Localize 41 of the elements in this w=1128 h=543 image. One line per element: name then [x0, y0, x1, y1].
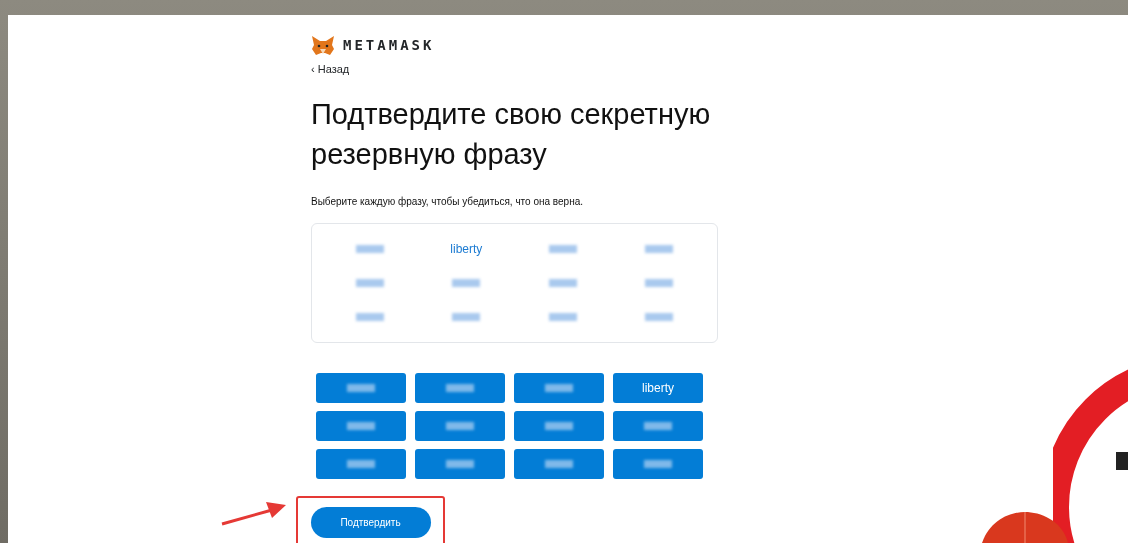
word-button[interactable] [514, 411, 604, 441]
blurred-word [545, 422, 573, 430]
blurred-word [644, 279, 673, 287]
blurred-word [356, 245, 385, 253]
word-button[interactable] [415, 449, 505, 479]
blurred-word [452, 313, 481, 321]
blurred-word [356, 313, 385, 321]
word-button[interactable] [613, 411, 703, 441]
confirm-button[interactable]: Подтвердить [310, 506, 431, 538]
blurred-word [644, 460, 672, 468]
word-button[interactable] [613, 449, 703, 479]
blurred-word [446, 460, 474, 468]
fox-logo-icon [311, 35, 335, 56]
blurred-word [347, 460, 375, 468]
instruction-text: Выберите каждую фразу, чтобы убедиться, что она верна. [311, 195, 585, 209]
blurred-word [347, 384, 375, 392]
word-button[interactable] [514, 373, 604, 403]
blurred-word [644, 245, 673, 253]
blurred-word [548, 313, 577, 321]
blurred-word [548, 245, 577, 253]
word-button[interactable] [514, 449, 604, 479]
blurred-word [356, 279, 385, 287]
chosen-word[interactable]: liberty [450, 240, 483, 258]
page-heading: Подтвердите свою секретную резервную фразу [311, 97, 712, 172]
blurred-word [452, 279, 481, 287]
blurred-word [644, 422, 672, 430]
blurred-word [446, 422, 474, 430]
word-button[interactable] [316, 373, 406, 403]
blurred-word [548, 279, 577, 287]
word-button[interactable] [316, 449, 406, 479]
blurred-word [446, 384, 474, 392]
blurred-word [644, 313, 673, 321]
word-button[interactable] [316, 411, 406, 441]
blurred-word [545, 384, 573, 392]
word-button[interactable] [415, 373, 505, 403]
back-link[interactable]: ‹ Назад [311, 64, 350, 75]
word-button[interactable] [415, 411, 505, 441]
blurred-word [347, 422, 375, 430]
logo-wordmark: METAMASK [343, 36, 435, 55]
blurred-word [545, 460, 573, 468]
word-button[interactable]: liberty [613, 373, 703, 403]
